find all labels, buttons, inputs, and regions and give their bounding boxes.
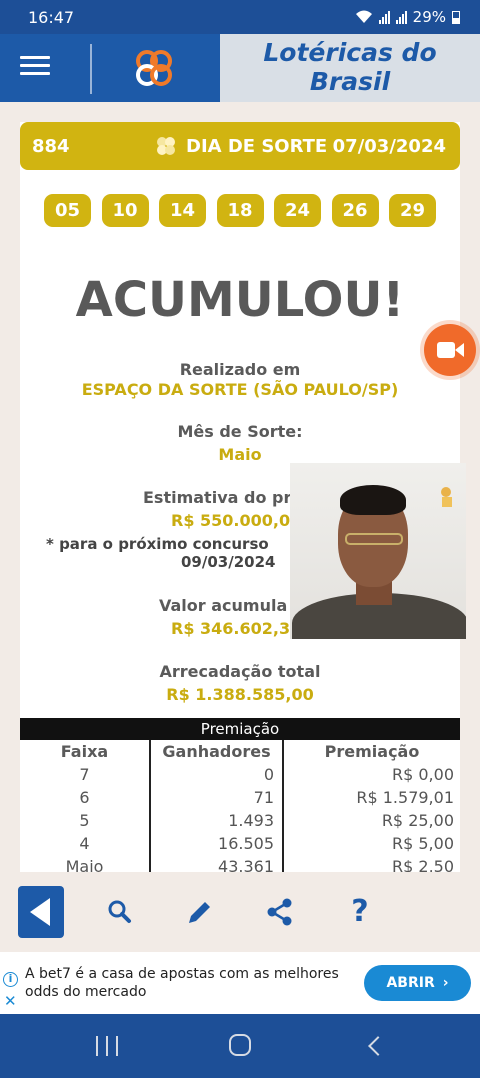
status-bar: 16:47 29% (0, 0, 480, 34)
ad-text: A bet7 é a casa de apostas com as melhor… (25, 966, 339, 1000)
next-contest-date: 09/03/2024 (181, 553, 276, 571)
cell-tier: 4 (20, 832, 151, 855)
drawn-numbers: 05 10 14 18 24 26 29 (44, 194, 436, 227)
figurine-icon (441, 487, 452, 507)
cell-prize: R$ 25,00 (381, 811, 454, 830)
game-name: DIA DE SORTE (186, 135, 328, 157)
signal-icon-2 (395, 10, 407, 24)
help-icon[interactable]: ? (342, 894, 378, 930)
table-row: 6 71 R$ 1.579,01 (20, 786, 460, 809)
cell-prize: R$ 2,50 (391, 857, 454, 872)
cell-tier: 5 (20, 809, 151, 832)
table-row: 4 16.505 R$ 5,00 (20, 832, 460, 855)
brand-panel: Lotéricas do Brasil (220, 34, 480, 102)
accumulated-label: Valor acumula (159, 596, 288, 615)
app-header: Lotéricas do Brasil (0, 34, 480, 102)
video-record-button[interactable] (424, 324, 476, 376)
battery-percent: 29% (412, 8, 446, 26)
clover-icon (157, 137, 175, 155)
cell-tier: 7 (20, 763, 151, 786)
prize-table-title: Premiação (20, 718, 460, 740)
glasses (345, 533, 403, 545)
cell-tier: Maio (20, 855, 151, 872)
nav-back-icon[interactable] (368, 1036, 388, 1056)
contest-number: 884 (32, 135, 70, 157)
prize-table-header: Faixa Ganhadores Premiação (20, 740, 460, 763)
cell-winners: 0 (151, 763, 284, 786)
signal-icon (378, 10, 390, 24)
number-ball: 29 (389, 194, 436, 227)
ad-close-icon[interactable]: ✕ (4, 994, 17, 1009)
accumulated-value: R$ 346.602,3 (171, 619, 291, 638)
draw-date: 07/03/2024 (332, 135, 446, 157)
number-ball: 18 (216, 194, 264, 227)
next-contest-note: * para o próximo concurso (46, 535, 269, 553)
ad-open-button[interactable]: ABRIR › (364, 965, 471, 1001)
camera-overlay[interactable] (290, 463, 466, 639)
total-label: Arrecadação total (159, 662, 321, 681)
cell-winners: 1.493 (151, 809, 284, 832)
ad-info-icon[interactable]: i (3, 972, 18, 987)
realized-place: ESPAÇO DA SORTE (SÃO PAULO/SP) (81, 380, 399, 399)
system-nav-bar (0, 1014, 480, 1078)
prize-table: Faixa Ganhadores Premiação 7 0 R$ 0,00 6… (20, 740, 460, 872)
table-row: 5 1.493 R$ 25,00 (20, 809, 460, 832)
cell-prize: R$ 1.579,01 (356, 788, 454, 807)
estimate-value: R$ 550.000,0 (171, 511, 291, 530)
result-header: 884 DIA DE SORTE 07/03/2024 (20, 122, 460, 170)
ad-banner[interactable]: i ✕ A bet7 é a casa de apostas com as me… (0, 952, 480, 1014)
table-row: 7 0 R$ 0,00 (20, 763, 460, 786)
table-row: Maio 43.361 R$ 2,50 (20, 855, 460, 872)
cell-tier: 6 (20, 786, 151, 809)
lucky-month-value: Maio (218, 445, 262, 464)
bottom-toolbar: ? (0, 880, 480, 946)
wifi-icon (355, 10, 372, 23)
home-icon[interactable] (229, 1034, 251, 1056)
total-value: R$ 1.388.585,00 (166, 685, 314, 704)
header-divider (90, 44, 92, 94)
chevron-right-icon: › (442, 975, 449, 991)
number-ball: 05 (44, 194, 91, 227)
app-logo-icon[interactable] (134, 48, 174, 88)
cell-prize: R$ 5,00 (391, 834, 454, 853)
back-icon[interactable] (18, 886, 64, 938)
pencil-icon[interactable] (182, 894, 218, 930)
header-winners: Ganhadores (151, 740, 284, 763)
header-tier: Faixa (20, 740, 151, 763)
cell-winners: 43.361 (151, 855, 284, 872)
search-icon[interactable] (102, 894, 138, 930)
brand-logo-text: Lotéricas do Brasil (263, 38, 437, 96)
lucky-month-label: Mês de Sorte: (177, 422, 303, 441)
number-ball: 26 (331, 194, 379, 227)
status-time: 16:47 (28, 7, 75, 27)
cell-prize: R$ 0,00 (391, 765, 454, 784)
estimate-label: Estimativa do pr (143, 488, 292, 507)
status-icons: 29% (355, 8, 460, 26)
number-ball: 10 (101, 194, 149, 227)
video-camera-icon (437, 342, 455, 358)
menu-icon[interactable] (20, 56, 50, 80)
number-ball: 24 (274, 194, 321, 227)
battery-icon (452, 10, 460, 24)
realized-label: Realizado em (179, 360, 301, 379)
recent-apps-icon[interactable] (96, 1036, 118, 1056)
cell-winners: 71 (151, 786, 284, 809)
share-icon[interactable] (262, 894, 298, 930)
number-ball: 14 (159, 194, 206, 227)
header-prize: Premiação (324, 742, 420, 761)
accumulated-headline: ACUMULOU! (75, 272, 405, 328)
cell-winners: 16.505 (151, 832, 284, 855)
